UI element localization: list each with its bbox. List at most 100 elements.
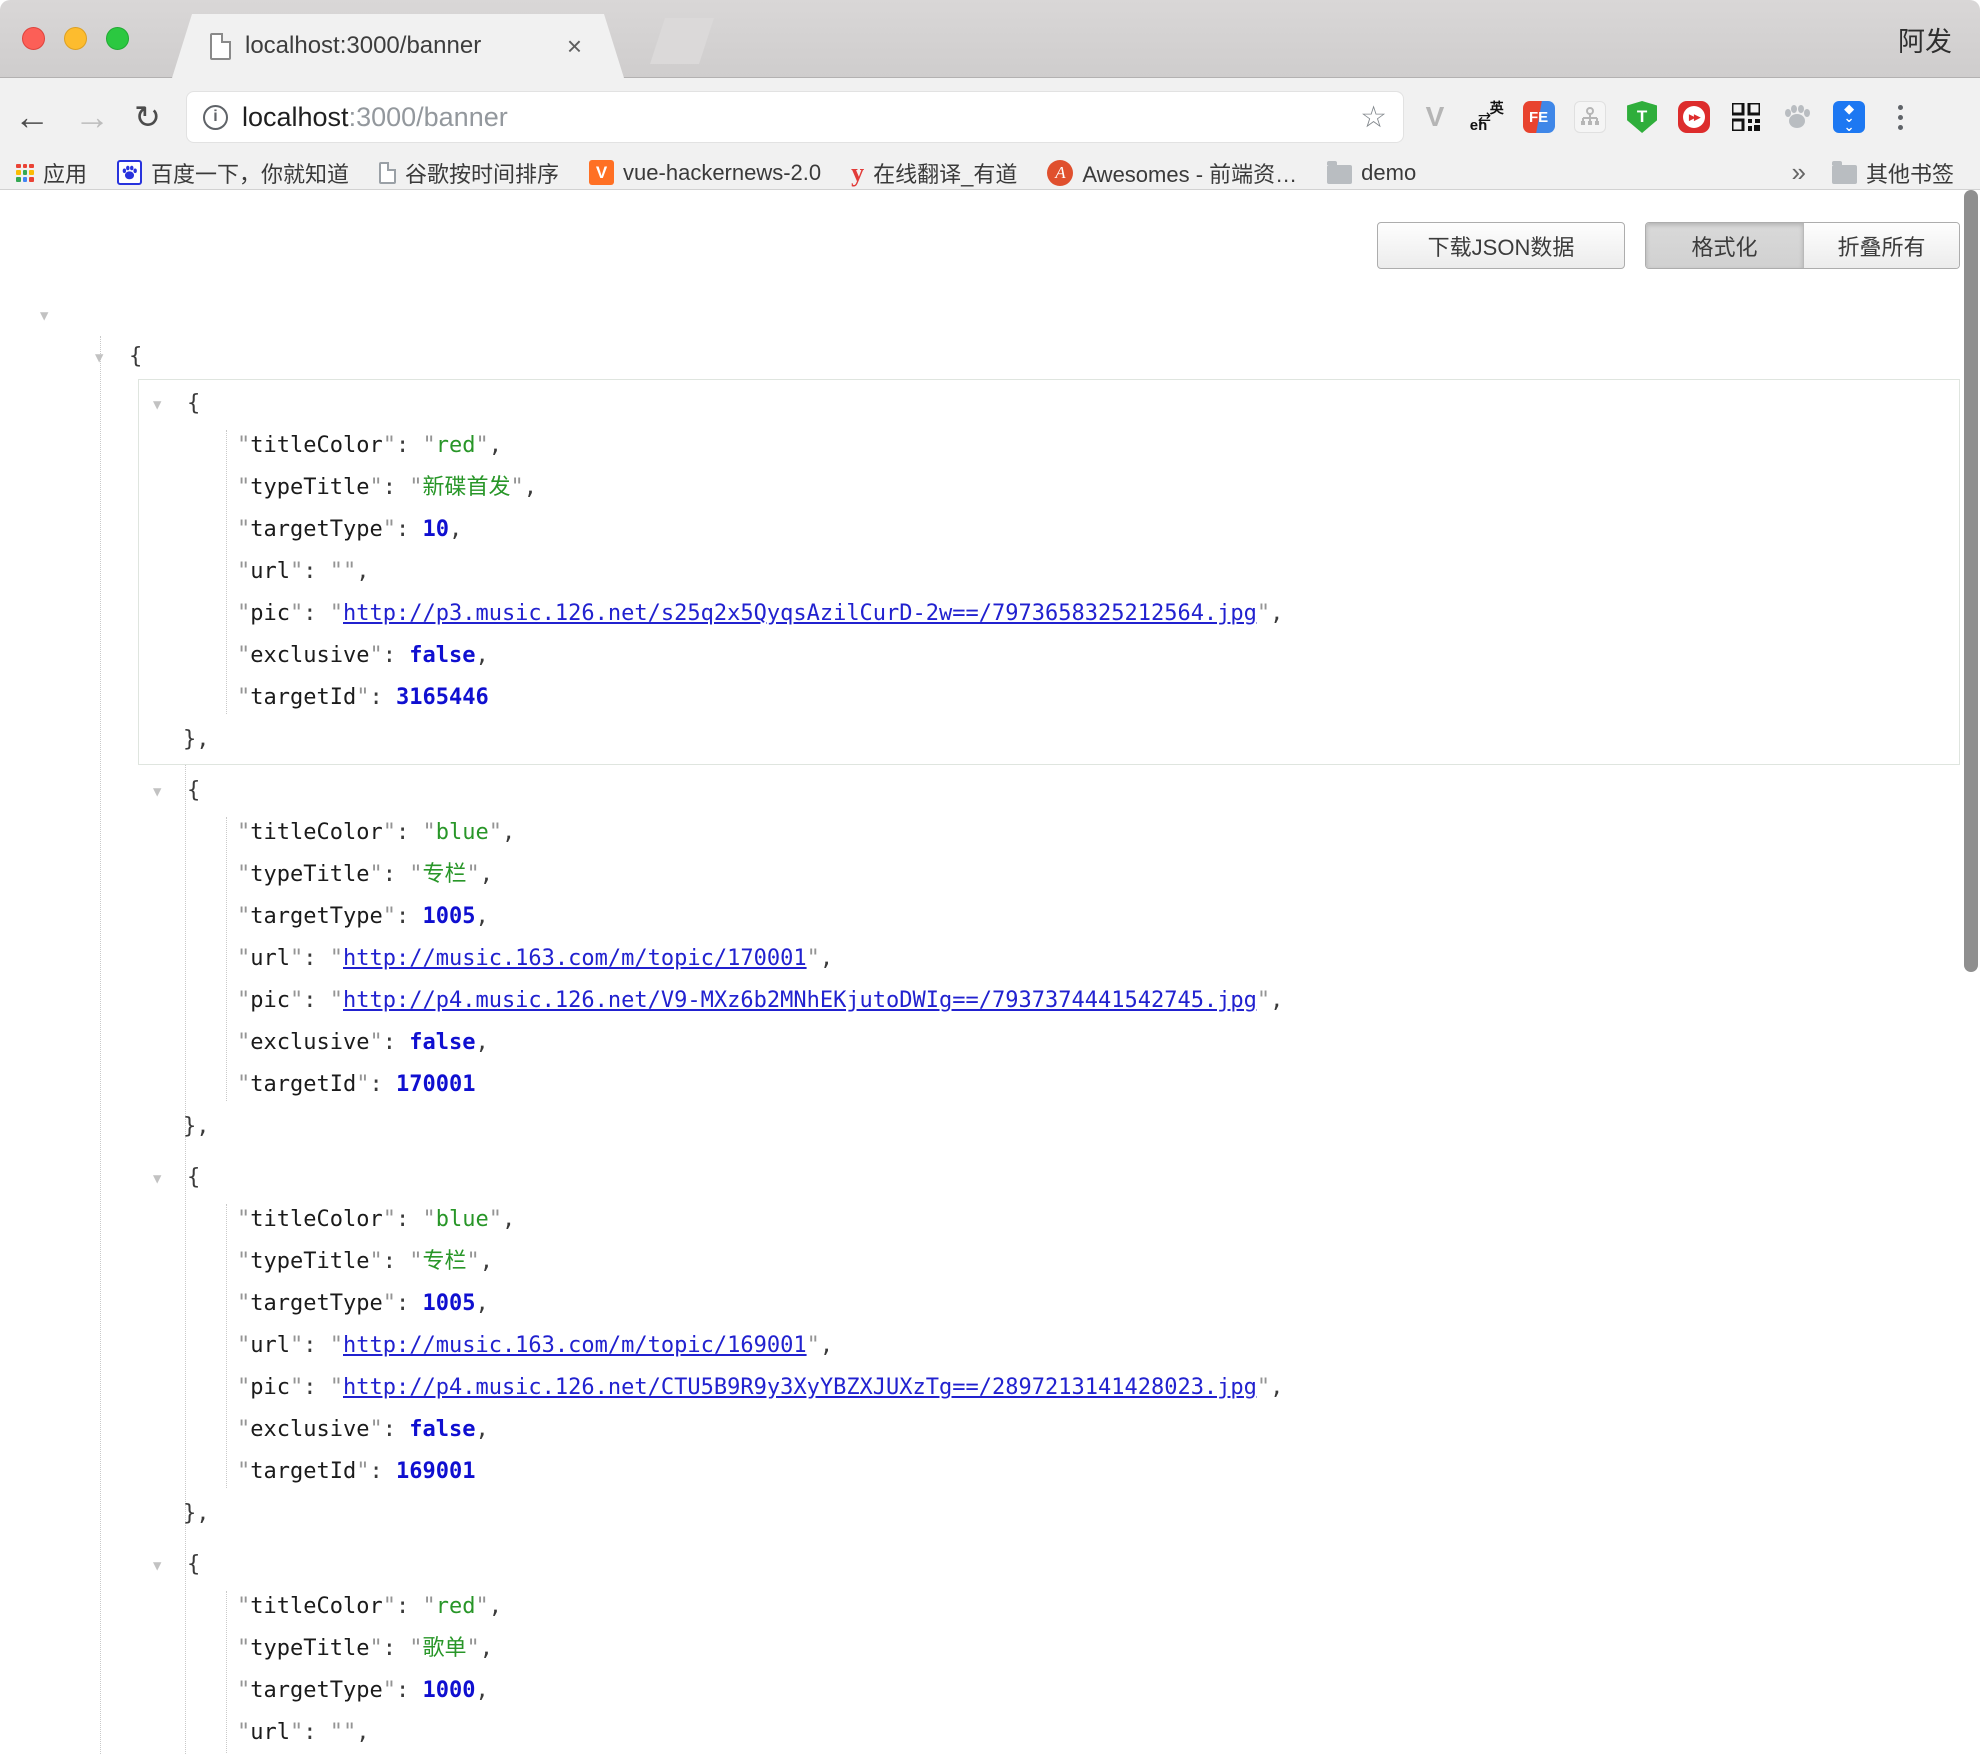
quote: "	[237, 1720, 250, 1745]
nav-buttons: ← → ↻	[14, 78, 161, 156]
tab-close-icon[interactable]: ×	[563, 33, 586, 59]
json-key: typeTitle	[250, 1249, 369, 1274]
collapse-all-button[interactable]: 折叠所有	[1804, 223, 1959, 268]
json-key: targetId	[250, 685, 356, 710]
minimize-window-button[interactable]	[64, 27, 87, 50]
colon: :	[396, 820, 423, 845]
object-properties: "titleColor": "red","typeTitle": "新碟首发",…	[139, 425, 1959, 719]
colon: :	[396, 433, 423, 458]
comma: ,	[820, 1333, 833, 1358]
close-window-button[interactable]	[22, 27, 45, 50]
json-value-link[interactable]: http://p3.music.126.net/s25q2x5QyqsAzilC…	[343, 601, 1257, 626]
collapse-triangle-icon[interactable]: ▼	[95, 337, 103, 379]
colon: :	[369, 685, 396, 710]
vertical-scrollbar[interactable]	[1964, 190, 1978, 972]
bookmark-label: Awesomes - 前端资…	[1082, 157, 1297, 189]
bookmark-star-icon[interactable]: ☆	[1360, 100, 1387, 135]
apps-grid-icon	[16, 164, 34, 182]
chrome-menu-icon[interactable]	[1884, 100, 1918, 134]
fast-forward-icon[interactable]: ▶▶	[1677, 100, 1711, 134]
bookmark-label: vue-hackernews-2.0	[623, 160, 821, 186]
collapse-triangle-icon[interactable]: ▼	[40, 295, 48, 337]
url-text[interactable]: localhost:3000/banner	[242, 102, 1346, 133]
json-value-link[interactable]: http://p4.music.126.net/V9-MXz6b2MNhEKju…	[343, 988, 1257, 1013]
quote: "	[237, 1333, 250, 1358]
json-value-link[interactable]: http://music.163.com/m/topic/169001	[343, 1333, 807, 1358]
json-value-link[interactable]: http://music.163.com/m/topic/170001	[343, 946, 807, 971]
quote: "	[330, 1375, 343, 1400]
json-property-line: "typeTitle": "歌单",	[139, 1628, 1959, 1670]
bookmark-awesomes[interactable]: A Awesomes - 前端资…	[1047, 157, 1297, 189]
comma: ,	[502, 1207, 515, 1232]
quote: "	[237, 685, 250, 710]
colon: :	[396, 1678, 423, 1703]
quote: "	[237, 1207, 250, 1232]
json-value-number: 1005	[422, 904, 475, 929]
vue-orange-icon: V	[589, 160, 614, 185]
quote: "	[290, 946, 303, 971]
profile-name[interactable]: 阿发	[1898, 20, 1952, 59]
json-array-item: ▼{"titleColor": "red","typeTitle": "新碟首发…	[138, 379, 1960, 765]
colon: :	[383, 1417, 410, 1442]
json-value-link[interactable]: http://p4.music.126.net/CTU5B9R9y3XyYBZX…	[343, 1375, 1257, 1400]
downloader-icon[interactable]: ◆⌄⌄	[1832, 100, 1866, 134]
quote: "	[422, 820, 435, 845]
json-key: exclusive	[250, 1030, 369, 1055]
quote: "	[290, 1720, 303, 1745]
json-key: targetId	[250, 1072, 356, 1097]
bookmark-vue-hackernews[interactable]: V vue-hackernews-2.0	[589, 160, 821, 186]
vue-devtools-icon[interactable]: V	[1418, 100, 1452, 134]
forward-icon[interactable]: →	[74, 99, 110, 135]
comma: ,	[489, 1594, 502, 1619]
json-key: exclusive	[250, 1417, 369, 1442]
bookmark-youdao[interactable]: y 在线翻译_有道	[851, 157, 1017, 189]
page-info-icon[interactable]: i	[203, 105, 228, 130]
comma: ,	[475, 1030, 488, 1055]
fehelper-icon[interactable]: FE	[1522, 100, 1556, 134]
json-key: url	[250, 1333, 290, 1358]
comma: ,	[475, 1417, 488, 1442]
json-value-bool: false	[409, 1030, 475, 1055]
bookmark-apps[interactable]: 应用	[16, 157, 87, 189]
fullscreen-window-button[interactable]	[106, 27, 129, 50]
quote: "	[369, 862, 382, 887]
colon: :	[383, 1636, 410, 1661]
reload-icon[interactable]: ↻	[134, 101, 161, 133]
quote: "	[343, 1720, 356, 1745]
json-property-line: "targetType": 1005,	[139, 1283, 1959, 1325]
quote: "	[237, 862, 250, 887]
back-icon[interactable]: ←	[14, 99, 50, 135]
shield-t-icon[interactable]: T	[1625, 100, 1659, 134]
format-button[interactable]: 格式化	[1646, 223, 1804, 268]
browser-tab[interactable]: localhost:3000/banner ×	[172, 14, 624, 78]
collapse-triangle-icon[interactable]: ▼	[153, 1545, 161, 1587]
bookmarks-overflow-chevron-icon[interactable]: »	[1792, 157, 1806, 188]
quote: "	[330, 1720, 343, 1745]
bookmark-label: demo	[1361, 160, 1416, 186]
bookmark-baidu[interactable]: 百度一下，你就知道	[117, 157, 349, 189]
view-toggle-group: 格式化 折叠所有	[1645, 222, 1960, 269]
colon: :	[396, 1207, 423, 1232]
json-property-line: "titleColor": "red",	[139, 425, 1959, 467]
other-bookmarks[interactable]: 其他书签	[1832, 157, 1954, 189]
translator-icon[interactable]: 英⇄en	[1470, 100, 1504, 134]
collapse-triangle-icon[interactable]: ▼	[153, 1158, 161, 1200]
json-property-line: "url": "http://music.163.com/m/topic/169…	[139, 1325, 1959, 1367]
qr-code-icon[interactable]	[1729, 100, 1763, 134]
collapse-triangle-icon[interactable]: ▼	[153, 771, 161, 813]
sitemap-icon[interactable]	[1573, 100, 1607, 134]
bookmark-demo-folder[interactable]: demo	[1327, 160, 1416, 186]
paw-icon[interactable]	[1780, 100, 1814, 134]
download-json-button[interactable]: 下载JSON数据	[1377, 222, 1625, 269]
quote: "	[290, 1333, 303, 1358]
bookmarks-bar: 应用 百度一下，你就知道 谷歌按时间排序 V vue-hackernews-2.…	[0, 156, 1980, 190]
new-tab-button[interactable]	[650, 18, 714, 64]
json-property-line: "url": "",	[139, 1712, 1959, 1754]
bookmark-google-sort[interactable]: 谷歌按时间排序	[379, 157, 559, 189]
address-bar[interactable]: i localhost:3000/banner ☆	[186, 91, 1404, 143]
quote: "	[422, 1594, 435, 1619]
collapse-triangle-icon[interactable]: ▼	[153, 384, 161, 426]
quote: "	[237, 475, 250, 500]
bookmark-label: 其他书签	[1866, 157, 1954, 189]
comma: ,	[1270, 988, 1283, 1013]
